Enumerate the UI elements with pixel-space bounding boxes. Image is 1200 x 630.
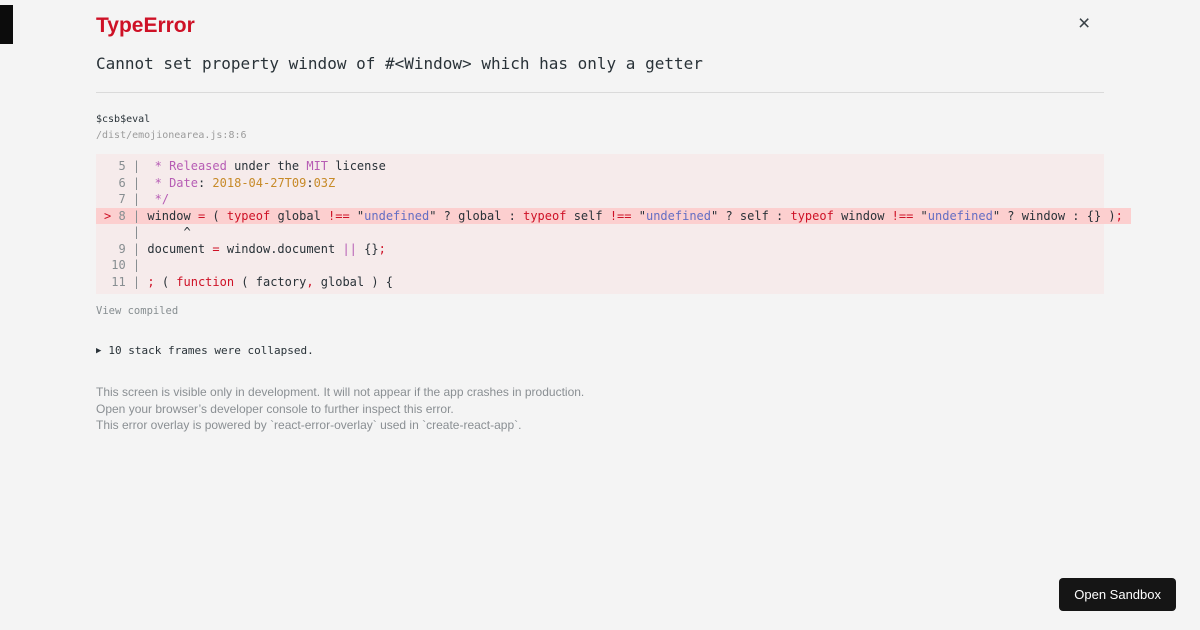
code-token: * (154, 175, 162, 190)
error-overlay: TypeError Cannot set property window of … (0, 0, 1200, 434)
code-token: " ? global : (429, 208, 524, 223)
code-token: under the (226, 159, 307, 173)
code-token: global (270, 208, 329, 223)
code-token: " (349, 208, 365, 223)
code-token: !== (328, 208, 350, 223)
code-token: 5 | (104, 159, 148, 173)
code-token: || (342, 241, 357, 256)
code-token: Date (169, 175, 198, 190)
code-token: = (212, 241, 220, 256)
code-line: 5 | * Released under the MIT license (96, 158, 1104, 175)
code-token: ; (378, 241, 386, 256)
code-token: typeof (226, 208, 271, 223)
collapsed-stack-frames-toggle[interactable]: ▶ 10 stack frames were collapsed. (96, 344, 1104, 357)
code-token: 2018-04-27T09 (212, 175, 307, 190)
code-token: typeof (523, 208, 567, 223)
code-token: 10 | (104, 258, 141, 272)
code-token: 8 | (118, 208, 148, 223)
code-token: undefined (645, 208, 711, 223)
code-token: : (197, 175, 213, 190)
code-token: function (176, 274, 235, 289)
code-token: license (328, 159, 386, 173)
code-token: window (833, 208, 892, 223)
code-token: ( factory (234, 274, 307, 289)
code-token: !== (891, 208, 914, 223)
code-token: 03Z (313, 175, 336, 190)
code-token: " ? self : (711, 208, 791, 223)
code-block: 5 | * Released under the MIT license 6 |… (96, 154, 1131, 294)
footer-note: This screen is visible only in developme… (96, 385, 585, 399)
code-token: global ) { (313, 274, 394, 289)
code-line: | ^ (96, 224, 1104, 241)
code-token: document (147, 241, 213, 256)
divider (96, 92, 1104, 93)
footer-note: This error overlay is powered by `react-… (96, 418, 522, 432)
code-token: ; (1115, 208, 1123, 223)
view-compiled-link[interactable]: View compiled (96, 305, 178, 317)
code-token: {} (356, 241, 379, 256)
code-token: | (104, 225, 148, 239)
code-token: , (306, 274, 314, 289)
code-token: ( (154, 274, 177, 289)
code-token: 9 | (104, 241, 148, 256)
code-token: ^ (147, 225, 191, 239)
code-token: " (913, 208, 928, 223)
code-token: ; (147, 274, 155, 289)
code-token: self (566, 208, 610, 223)
code-token: " (631, 208, 646, 223)
code-token: ( (205, 208, 227, 223)
code-line: 11 | ; ( function ( factory, global ) { (96, 274, 1104, 291)
code-token: !== (609, 208, 632, 223)
code-token: */ (154, 192, 170, 206)
code-token: : (306, 175, 314, 190)
error-title: TypeError (96, 14, 195, 37)
footer-notes: This screen is visible only in developme… (96, 384, 1104, 434)
code-line: 10 | (96, 257, 1104, 274)
code-token: window (147, 208, 198, 223)
code-token: typeof (790, 208, 834, 223)
code-line: 9 | document = window.document || {}; (96, 241, 1104, 258)
code-token: undefined (364, 208, 430, 223)
code-token: Released (169, 159, 227, 173)
code-token: window.document (219, 241, 343, 256)
code-token: * (154, 159, 162, 173)
code-token: > (104, 208, 119, 223)
code-line-highlighted: > 8 | window = ( typeof global !== "unde… (96, 207, 1131, 224)
stack-frame-location: /dist/emojionearea.js:8:6 (96, 130, 247, 141)
code-token: " ? window : {} ) (992, 208, 1116, 223)
code-line: 7 | */ (96, 191, 1104, 208)
error-message: Cannot set property window of #<Window> … (96, 54, 703, 73)
code-token: 7 | (104, 192, 148, 206)
code-token: undefined (927, 208, 993, 223)
code-token: 11 | (104, 274, 148, 289)
open-sandbox-button[interactable]: Open Sandbox (1059, 578, 1176, 611)
footer-note: Open your browser’s developer console to… (96, 401, 454, 416)
code-token: 6 | (104, 175, 148, 190)
stack-frame-function: $csb$eval (96, 114, 151, 125)
code-line: 6 | * Date: 2018-04-27T09:03Z (96, 175, 1104, 192)
code-token: MIT (306, 159, 329, 173)
caret-right-icon: ▶ (96, 345, 102, 356)
collapsed-stack-frames-label: 10 stack frames were collapsed. (108, 344, 314, 357)
